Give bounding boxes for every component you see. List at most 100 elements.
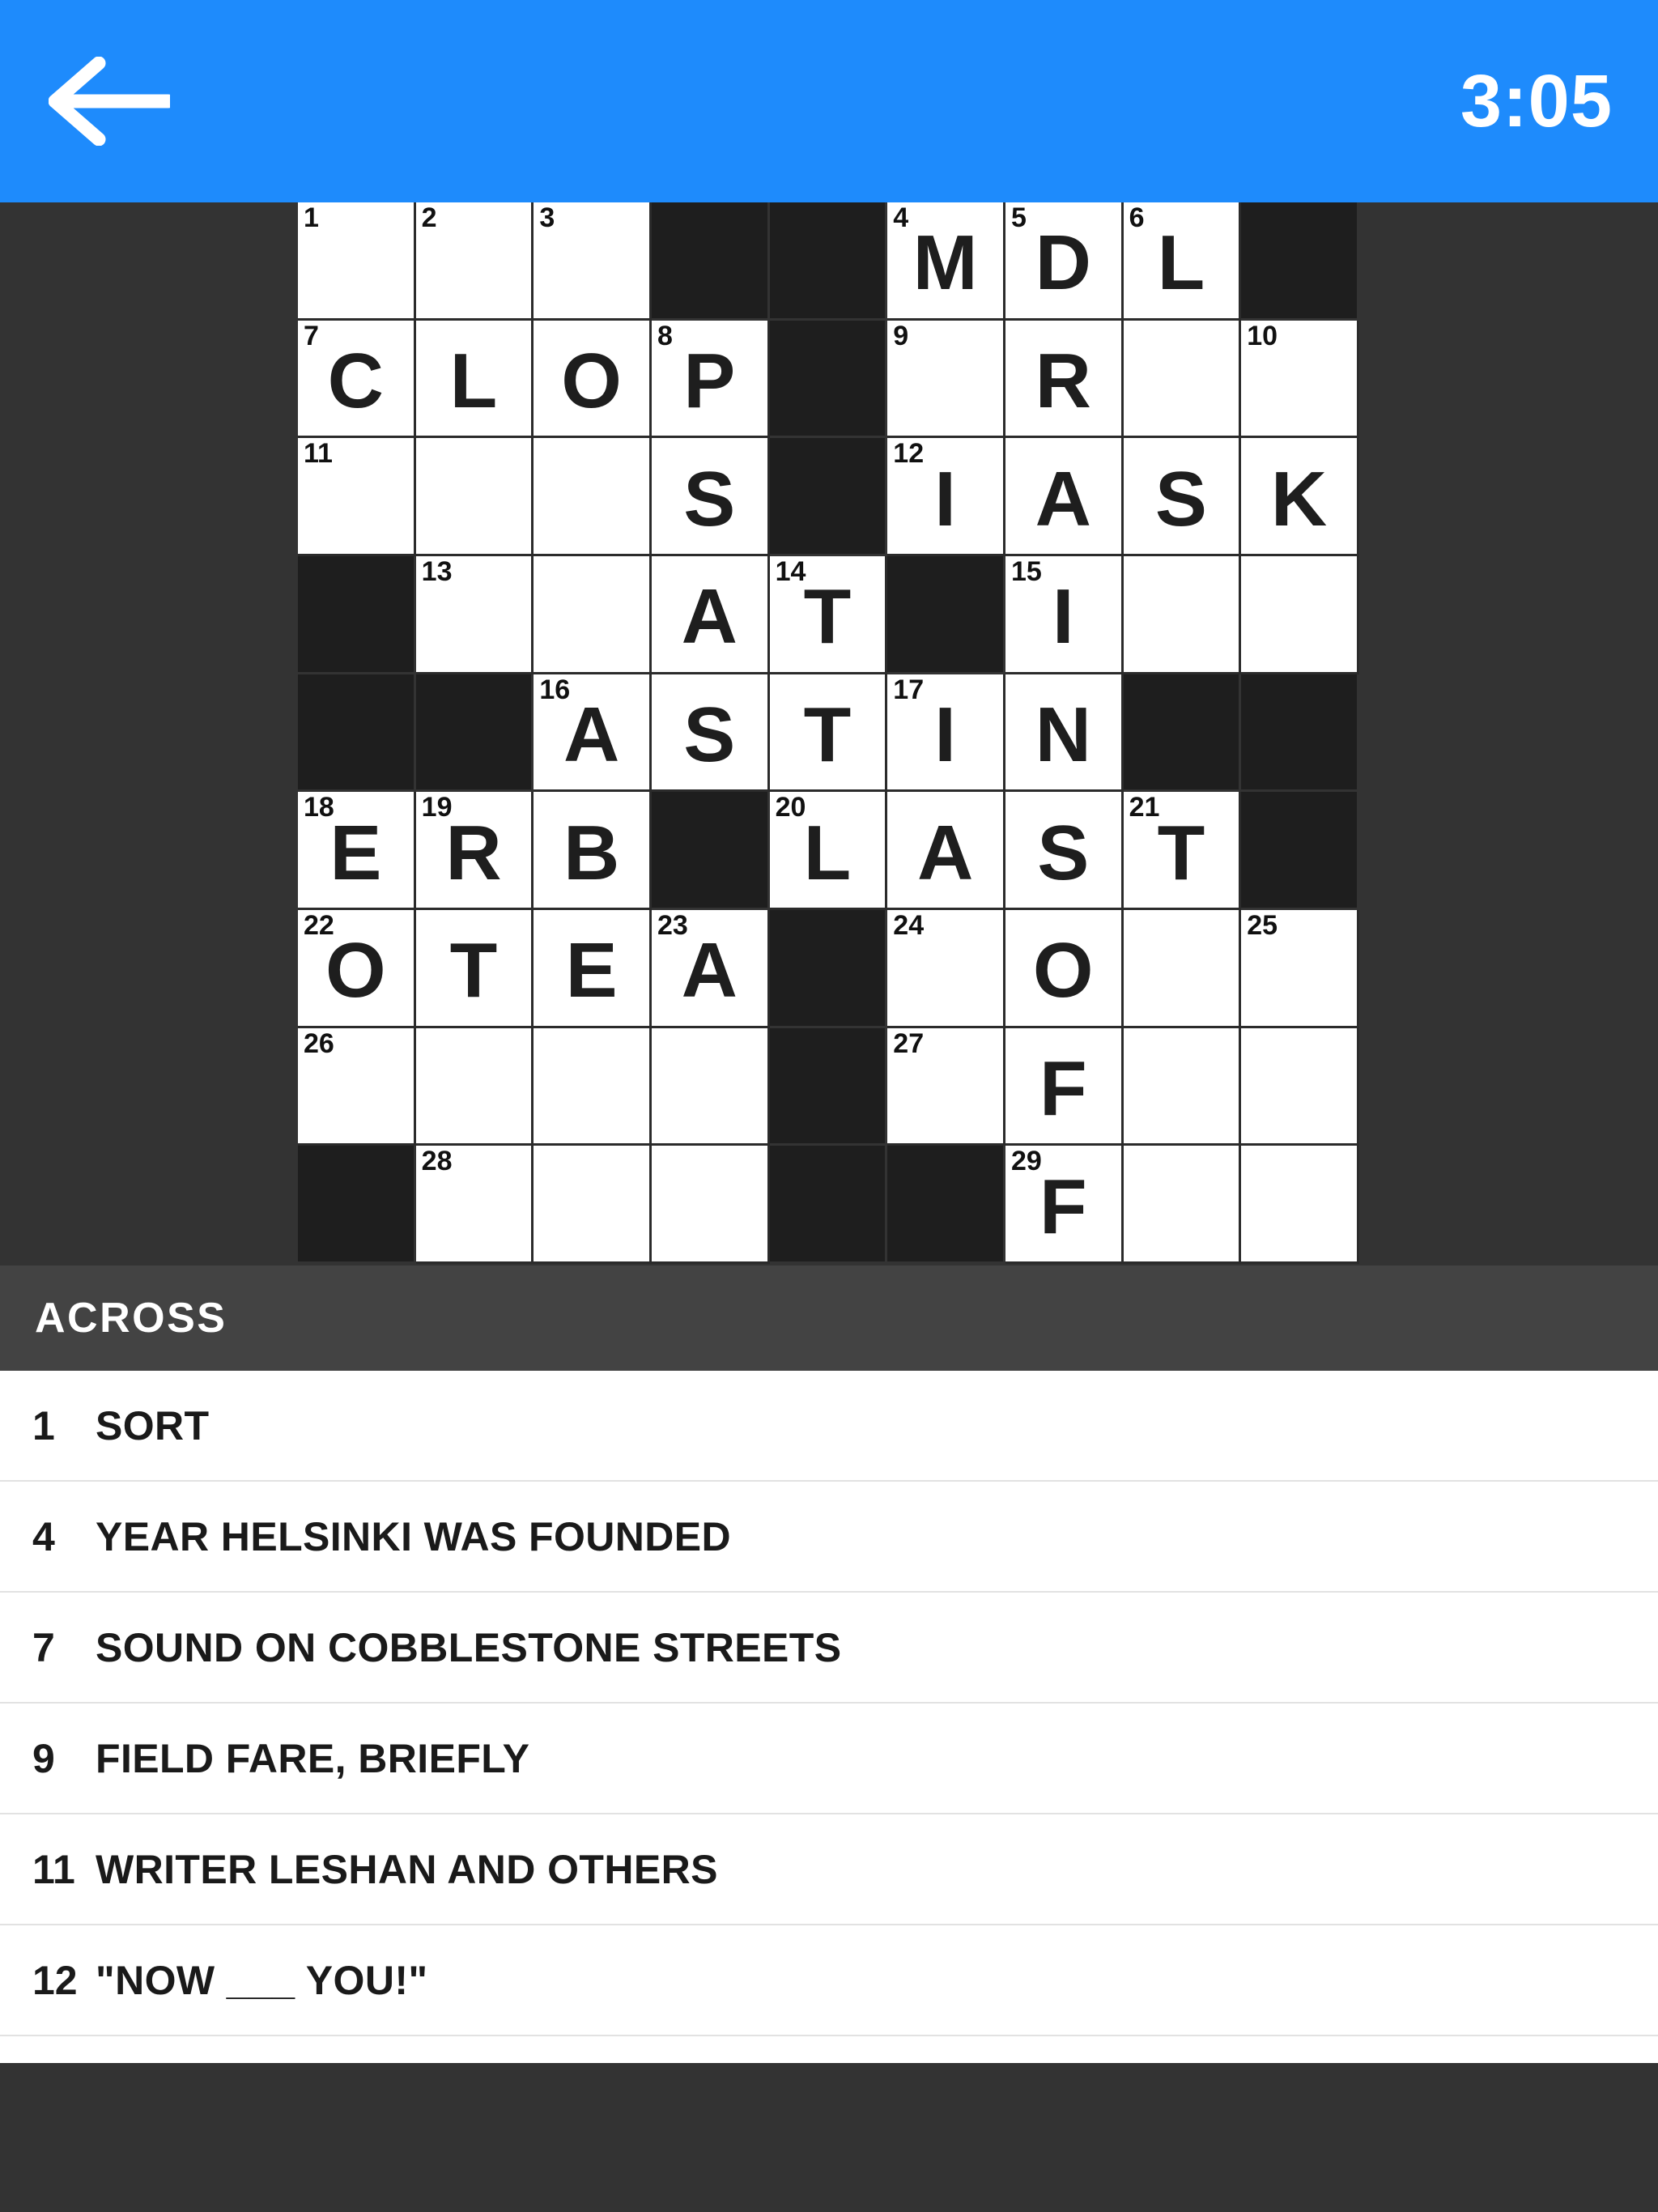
grid-cell[interactable] [1241, 1027, 1359, 1146]
grid-cell-block [1241, 674, 1359, 793]
grid-cell[interactable]: F [1005, 1027, 1124, 1146]
cell-number: 8 [657, 320, 673, 351]
cell-number: 13 [421, 555, 453, 587]
grid-cell[interactable]: 26 [298, 1027, 416, 1146]
grid-cell[interactable]: E [534, 909, 652, 1028]
clue-text: SOUND ON COBBLESTONE STREETS [96, 1624, 842, 1670]
grid-cell[interactable]: 14 T [769, 555, 888, 674]
cell-number: 22 [304, 909, 334, 941]
grid-cell[interactable]: S [651, 438, 770, 556]
grid-cell[interactable]: 13 [415, 555, 534, 674]
cell-number: 4 [893, 202, 909, 233]
cell-number: 9 [893, 320, 909, 351]
cell-number: 3 [539, 202, 555, 233]
grid-cell[interactable]: 6L [1123, 202, 1242, 321]
clue-row[interactable]: 7 SOUND ON COBBLESTONE STREETS [0, 1593, 1658, 1704]
grid-cell[interactable] [651, 1146, 770, 1264]
cell-number: 6 [1129, 202, 1145, 233]
grid-cell[interactable] [534, 1027, 652, 1146]
clue-row[interactable]: 11 WRITER LESHAN AND OTHERS [0, 1814, 1658, 1925]
puzzle-area: 1 2 3 4 M 5 D 6 L 7 C L O 8 P 9 R 10 11 S 12 I A S K 13 A 14 T 15 I 16 A… [0, 202, 1658, 1266]
grid-cell[interactable]: T [415, 909, 534, 1028]
grid-cell[interactable]: L [415, 320, 534, 439]
cell-number: 28 [421, 1146, 453, 1177]
grid-cell[interactable]: S [1123, 438, 1242, 556]
grid-cell[interactable]: 8P [651, 320, 770, 439]
cell-letter: O [1032, 927, 1094, 1015]
grid-cell[interactable] [415, 1027, 534, 1146]
grid-cell[interactable]: 1 [298, 202, 416, 321]
grid-cell[interactable]: B [534, 792, 652, 910]
grid-cell[interactable]: 7C [298, 320, 416, 439]
grid-cell[interactable]: A [1005, 438, 1124, 556]
clue-row[interactable]: 4 YEAR HELSINKI WAS FOUNDED [0, 1482, 1658, 1593]
grid-cell[interactable]: 28 [415, 1146, 534, 1264]
grid-cell[interactable]: O [1005, 909, 1124, 1028]
grid-cell[interactable]: 11 [298, 438, 416, 556]
cell-letter: R [445, 809, 502, 896]
grid-cell[interactable] [534, 1146, 652, 1264]
grid-cell[interactable]: N [1005, 674, 1124, 793]
clues-list[interactable]: 1 SORT 4 YEAR HELSINKI WAS FOUNDED 7 SOUND ON… [0, 1371, 1658, 2036]
grid-cell[interactable]: 5D [1005, 202, 1124, 321]
grid-cell[interactable]: A [651, 555, 770, 674]
cell-letter: O [325, 927, 386, 1015]
grid-cell[interactable] [1241, 555, 1359, 674]
grid-cell[interactable]: 20 L [769, 792, 888, 910]
grid-cell[interactable]: 15 I [1005, 555, 1124, 674]
cell-letter: L [803, 809, 852, 896]
grid-cell[interactable]: 12 I [887, 438, 1005, 556]
grid-cell[interactable] [534, 438, 652, 556]
grid-cell[interactable]: R [1005, 320, 1124, 439]
clue-number: 11 [32, 1846, 75, 1892]
grid-cell[interactable] [651, 1027, 770, 1146]
grid-cell[interactable]: 23 A [651, 909, 770, 1028]
grid-cell[interactable] [1123, 1027, 1242, 1146]
grid-cell[interactable]: 4M [887, 202, 1005, 321]
grid-cell[interactable]: 21 T [1123, 792, 1242, 910]
grid-cell[interactable]: 29 F [1005, 1146, 1124, 1264]
cell-number: 11 [304, 438, 333, 470]
grid-cell[interactable]: O [534, 320, 652, 439]
grid-cell[interactable] [534, 555, 652, 674]
grid-cell[interactable]: T [769, 674, 888, 793]
grid-cell[interactable]: 27 [887, 1027, 1005, 1146]
grid-cell-block [769, 202, 888, 321]
clue-number: 9 [32, 1735, 55, 1781]
grid-cell[interactable] [1123, 909, 1242, 1028]
grid-cell[interactable]: S [651, 674, 770, 793]
clue-row[interactable]: 1 SORT [0, 1371, 1658, 1482]
cell-number: 16 [539, 674, 571, 705]
grid-cell[interactable]: A [887, 792, 1005, 910]
cell-number: 18 [304, 792, 334, 823]
grid-cell[interactable] [1123, 320, 1242, 439]
grid-cell[interactable]: 2 [415, 202, 534, 321]
cell-letter: P [683, 337, 736, 424]
grid-cell[interactable] [1123, 555, 1242, 674]
grid-cell[interactable] [1241, 1146, 1359, 1264]
cell-number: 29 [1010, 1146, 1042, 1177]
grid-cell[interactable]: 17 I [887, 674, 1005, 793]
cell-letter: B [563, 809, 620, 896]
back-button[interactable] [40, 32, 178, 170]
grid-cell[interactable]: K [1241, 438, 1359, 556]
crossword-grid[interactable]: 1 2 3 4 M 5 D 6 L 7 C L O 8 P 9 R 10 11 S 12 I A S K 13 A 14 T 15 I 16 A… [298, 202, 1359, 1264]
grid-cell[interactable]: 19 R [415, 792, 534, 910]
grid-cell[interactable]: 3 [534, 202, 652, 321]
clue-row[interactable]: 9 FIELD FARE, BRIEFLY [0, 1704, 1658, 1814]
cell-number: 12 [893, 438, 925, 470]
grid-cell[interactable]: S [1005, 792, 1124, 910]
clue-row[interactable]: 12 "NOW ___ YOU!" [0, 1925, 1658, 2036]
grid-cell[interactable]: 18 E [298, 792, 416, 910]
grid-cell[interactable]: 10 [1241, 320, 1359, 439]
grid-cell[interactable] [1123, 1146, 1242, 1264]
grid-cell[interactable]: 9 [887, 320, 1005, 439]
grid-cell[interactable]: 22 O [298, 909, 416, 1028]
cell-number: 20 [775, 792, 806, 823]
cell-letter: A [681, 573, 738, 661]
grid-cell[interactable]: 16 A [534, 674, 652, 793]
grid-cell[interactable] [415, 438, 534, 556]
grid-cell[interactable]: 25 [1241, 909, 1359, 1028]
timer-display: 3:05 [1460, 60, 1613, 143]
grid-cell[interactable]: 24 [887, 909, 1005, 1028]
